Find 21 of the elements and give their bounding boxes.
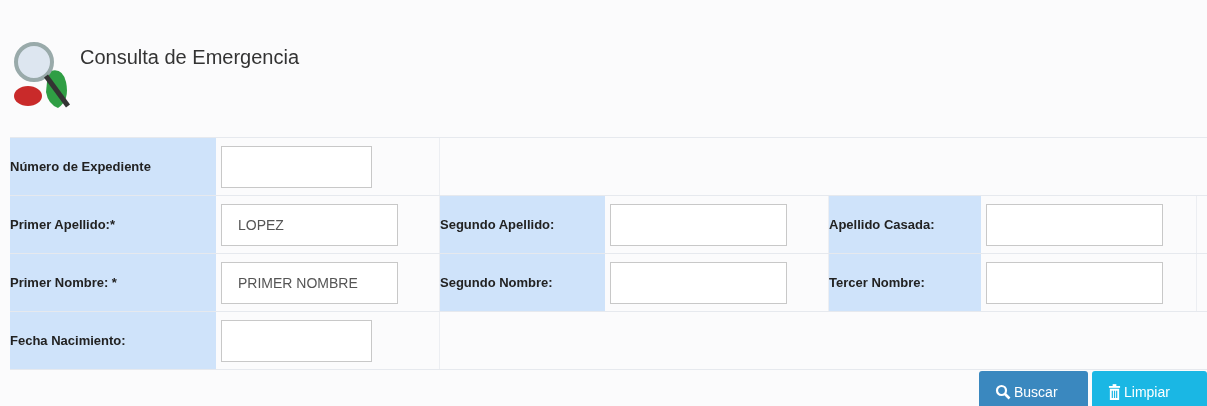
field-label: Primer Nombre: * <box>10 275 117 290</box>
field-label: Primer Apellido:* <box>10 217 115 232</box>
input-field[interactable]: LOPEZ <box>221 203 398 246</box>
field-label: Segundo Apellido: <box>440 217 555 232</box>
input-field[interactable] <box>610 203 787 246</box>
input-field[interactable]: PRIMER NOMBRE <box>221 261 398 304</box>
clear-button[interactable]: Limpiar <box>1092 371 1207 406</box>
input-field[interactable] <box>986 203 1163 246</box>
field-label: Apellido Casada: <box>829 217 935 232</box>
page-title: Consulta de Emergencia <box>80 46 299 69</box>
trash-icon <box>1108 383 1121 401</box>
field-label: Tercer Nombre: <box>829 275 925 290</box>
field-label: Fecha Nacimiento: <box>10 333 126 348</box>
input-field[interactable] <box>221 145 372 188</box>
input-field[interactable] <box>610 261 787 304</box>
search-icon <box>995 384 1011 400</box>
input-field[interactable] <box>221 319 372 362</box>
input-field[interactable] <box>986 261 1163 304</box>
field-label: Segundo Nombre: <box>440 275 553 290</box>
field-label: Número de Expediente <box>10 159 151 174</box>
search-button[interactable]: Buscar <box>979 371 1088 406</box>
